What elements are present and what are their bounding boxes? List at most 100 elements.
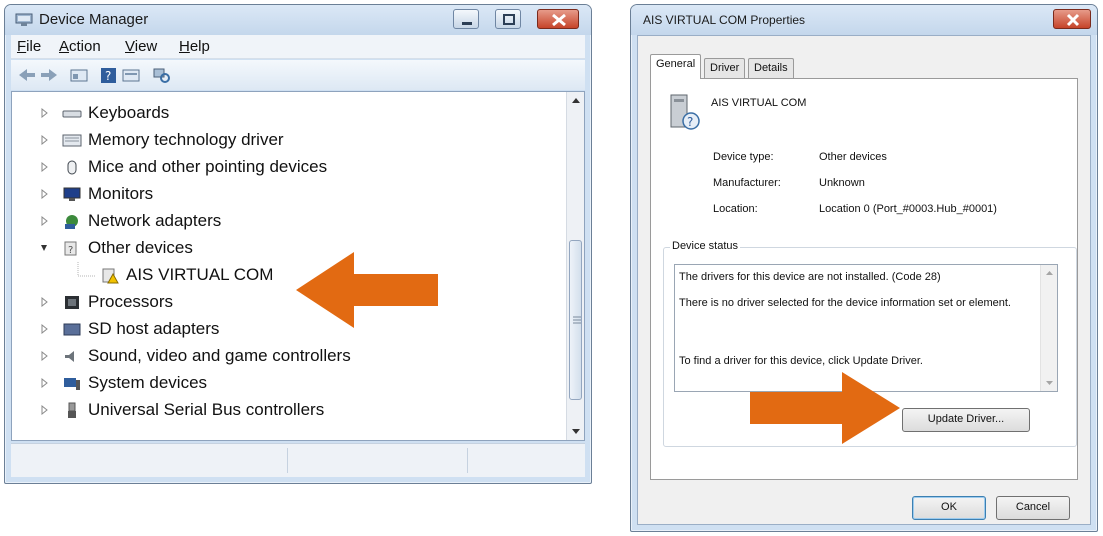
expand-icon[interactable] — [40, 216, 48, 226]
expand-icon[interactable] — [40, 297, 48, 307]
dialog-close-button[interactable] — [1053, 9, 1091, 29]
minimize-icon — [462, 22, 472, 25]
tree-category[interactable]: Universal Serial Bus controllers — [12, 397, 552, 424]
tree-category[interactable]: ? Other devices — [12, 235, 552, 262]
minimize-button[interactable] — [453, 9, 479, 29]
tree-category[interactable]: Keyboards — [12, 100, 552, 127]
tab-general[interactable]: General — [650, 54, 702, 79]
device-manager-icon — [15, 13, 33, 26]
device-name: AIS VIRTUAL COM — [711, 97, 807, 109]
tree-item-label: AIS VIRTUAL COM — [126, 265, 274, 284]
tree-category[interactable]: Network adapters — [12, 208, 552, 235]
window-title: Device Manager — [39, 11, 149, 28]
tree-item-label: Universal Serial Bus controllers — [88, 400, 325, 419]
tab-general-label: General — [656, 58, 696, 70]
sd-card-icon — [63, 323, 81, 336]
scroll-up-icon[interactable] — [567, 92, 585, 110]
tree-connector — [77, 262, 96, 277]
memory-icon — [62, 134, 82, 147]
svg-text:?: ? — [687, 115, 693, 129]
grip-icon — [573, 316, 581, 324]
dialog-client: General Driver Details ? AIS VIRTUAL COM… — [637, 35, 1091, 525]
unknown-device-icon: ? — [670, 94, 700, 130]
status-scrollbar[interactable] — [1040, 265, 1057, 391]
expand-icon[interactable] — [40, 135, 48, 145]
expand-icon[interactable] — [40, 378, 48, 388]
pointer-arrow-left — [296, 252, 438, 328]
forward-icon[interactable] — [39, 66, 59, 84]
manufacturer-value: Unknown — [819, 177, 865, 189]
tab-details-label: Details — [754, 62, 788, 74]
status-line: The drivers for this device are not inst… — [679, 271, 941, 283]
status-separator — [467, 448, 468, 473]
svg-text:?: ? — [105, 69, 111, 83]
expand-icon[interactable] — [40, 189, 48, 199]
cancel-label: Cancel — [1015, 501, 1051, 513]
maximize-button[interactable] — [495, 9, 521, 29]
tree-category[interactable]: Memory technology driver — [12, 127, 552, 154]
arrow-shape — [750, 372, 900, 444]
pointer-arrow-right — [750, 372, 900, 444]
properties-titlebar[interactable]: AIS VIRTUAL COM Properties — [631, 5, 1097, 35]
mouse-icon — [67, 160, 77, 175]
menu-action[interactable]: Action — [59, 38, 101, 55]
tree-item-label: Mice and other pointing devices — [88, 157, 328, 176]
expand-icon[interactable] — [40, 162, 48, 172]
usb-icon — [68, 402, 76, 418]
location-value: Location 0 (Port_#0003.Hub_#0001) — [819, 203, 997, 215]
processor-icon — [65, 296, 79, 309]
expand-icon[interactable] — [40, 108, 48, 118]
tree-child-item[interactable]: AIS VIRTUAL COM — [12, 262, 552, 289]
expand-icon[interactable] — [40, 324, 48, 334]
device-manager-titlebar[interactable]: Device Manager — [5, 5, 591, 35]
tree-category[interactable]: Mice and other pointing devices — [12, 154, 552, 181]
maximize-icon — [503, 14, 515, 25]
cancel-button[interactable]: Cancel — [996, 496, 1070, 520]
close-icon — [552, 13, 566, 27]
scroll-down-icon[interactable] — [1041, 375, 1058, 391]
tree-scrollbar[interactable] — [566, 92, 584, 440]
help-icon[interactable]: ? — [99, 66, 119, 84]
expand-icon[interactable] — [40, 405, 48, 415]
ok-button[interactable]: OK — [912, 496, 986, 520]
toolbar: ? — [11, 60, 585, 90]
scroll-up-icon[interactable] — [1041, 265, 1058, 281]
tree-category[interactable]: Processors — [12, 289, 552, 316]
back-icon[interactable] — [17, 66, 37, 84]
monitor-icon — [63, 187, 81, 201]
location-label: Location: — [713, 203, 758, 215]
dialog-title: AIS VIRTUAL COM Properties — [643, 13, 806, 27]
update-driver-label: Update Driver... — [927, 413, 1005, 425]
tree-category[interactable]: Sound, video and game controllers — [12, 343, 552, 370]
tree-category[interactable]: System devices — [12, 370, 552, 397]
expand-icon[interactable] — [40, 351, 48, 361]
device-manager-window: Device Manager File Action View Help ? K… — [4, 4, 592, 484]
arrow-shape — [296, 252, 438, 328]
scroll-down-icon[interactable] — [567, 422, 585, 440]
tree-scroll-thumb[interactable] — [569, 240, 582, 400]
tree-category[interactable]: Monitors — [12, 181, 552, 208]
device-status-label: Device status — [670, 240, 741, 252]
tab-details[interactable]: Details — [748, 58, 794, 78]
menu-file-label: ile — [26, 38, 42, 55]
properties-icon[interactable] — [121, 66, 141, 84]
close-button[interactable] — [537, 9, 579, 29]
tree-item-label: SD host adapters — [88, 319, 220, 338]
tree-item-label: Sound, video and game controllers — [88, 346, 351, 365]
menu-bar: File Action View Help — [11, 35, 585, 59]
menu-view[interactable]: View — [125, 38, 157, 55]
collapse-icon[interactable] — [40, 243, 48, 253]
close-icon — [1066, 13, 1080, 27]
tab-driver[interactable]: Driver — [704, 58, 746, 78]
scan-hardware-icon[interactable] — [151, 66, 171, 84]
tree-item-label: Keyboards — [88, 103, 170, 122]
update-driver-button[interactable]: Update Driver... — [902, 408, 1030, 432]
svg-text:?: ? — [68, 245, 73, 256]
tab-driver-label: Driver — [710, 62, 740, 74]
menu-file[interactable]: File — [17, 38, 41, 55]
tree-item-label: Memory technology driver — [88, 130, 284, 149]
show-hide-console-icon[interactable] — [69, 66, 89, 84]
menu-help[interactable]: Help — [179, 38, 210, 55]
device-type-label: Device type: — [713, 151, 774, 163]
tree-category[interactable]: SD host adapters — [12, 316, 552, 343]
